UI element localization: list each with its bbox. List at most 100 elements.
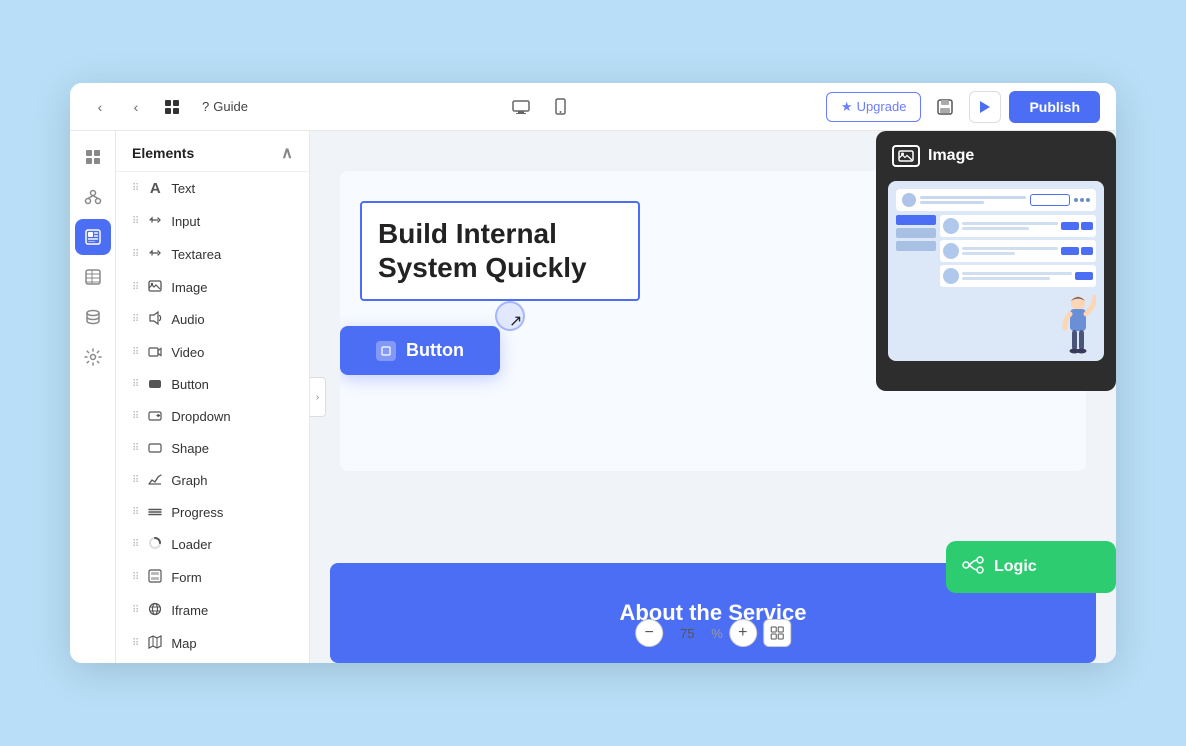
desktop-button[interactable]: [507, 93, 535, 121]
element-item-map[interactable]: ⠿ Map: [116, 627, 309, 660]
preview-button[interactable]: [969, 91, 1001, 123]
sidebar-icons: [70, 131, 116, 663]
publish-button[interactable]: Publish: [1009, 91, 1100, 123]
element-item-shape[interactable]: ⠿ Shape: [116, 432, 309, 464]
text-icon: A: [147, 180, 163, 197]
app-window: ‹ ‹ ? Guide: [70, 83, 1116, 663]
image-icon: [147, 279, 163, 295]
sidebar-icon-layout[interactable]: [75, 179, 111, 215]
drag-handle: ⠿: [132, 411, 139, 422]
zoom-out-button[interactable]: −: [635, 619, 663, 647]
grid-view-button[interactable]: [158, 93, 186, 121]
zoom-in-button[interactable]: +: [729, 619, 757, 647]
sidebar-icon-elements[interactable]: [75, 139, 111, 175]
sidebar-icon-active[interactable]: [75, 219, 111, 255]
mobile-button[interactable]: [547, 93, 575, 121]
element-item-textarea[interactable]: ⠿ Textarea: [116, 238, 309, 271]
hero-text: Build Internal System Quickly: [378, 217, 622, 284]
topbar-right: ★ Upgrade Publish: [826, 91, 1100, 123]
elements-panel: Elements ∧ ⠿ A Text ⠿: [116, 131, 310, 663]
elements-list: ⠿ A Text ⠿ Input: [116, 172, 309, 663]
text-block[interactable]: Build Internal System Quickly: [360, 201, 640, 301]
element-label-shape: Shape: [171, 441, 209, 456]
sidebar-icon-settings[interactable]: [75, 339, 111, 375]
grid-toggle-button[interactable]: [763, 619, 791, 647]
element-item-text[interactable]: ⠿ A Text: [116, 172, 309, 205]
upgrade-label: Upgrade: [857, 99, 907, 114]
device-switcher: [507, 93, 575, 121]
textarea-icon: [147, 246, 163, 263]
canvas-area[interactable]: › Build Internal System Quickly ↗: [310, 131, 1116, 663]
drag-handle: ⠿: [132, 443, 139, 454]
zoom-unit: %: [711, 626, 723, 641]
logic-panel-title: Logic: [994, 558, 1037, 576]
elements-header: Elements ∧: [116, 131, 309, 172]
element-item-graph[interactable]: ⠿ Graph: [116, 464, 309, 496]
element-label-button: Button: [171, 377, 209, 392]
map-icon: [147, 635, 163, 652]
sidebar-icon-data[interactable]: [75, 299, 111, 335]
drag-handle: ⠿: [132, 605, 139, 616]
video-icon: [147, 344, 163, 360]
image-panel: Image: [876, 131, 1116, 391]
topbar: ‹ ‹ ? Guide: [70, 83, 1116, 131]
publish-label: Publish: [1029, 99, 1080, 115]
forward-button[interactable]: ‹: [122, 93, 150, 121]
main-area: Elements ∧ ⠿ A Text ⠿: [70, 131, 1116, 663]
button-element-icon: [376, 341, 396, 361]
mini-person-svg: [1060, 294, 1096, 354]
logic-panel: Logic: [946, 541, 1116, 593]
drag-handle: ⠿: [132, 282, 139, 293]
collapse-icon[interactable]: ∧: [281, 143, 293, 163]
shape-icon: [147, 440, 163, 456]
drag-handle: ⠿: [132, 475, 139, 486]
element-item-subtitle[interactable]: ⠿ Subtitle: [116, 660, 309, 663]
element-label-loader: Loader: [171, 537, 211, 552]
button-icon: [147, 376, 163, 392]
drag-handle: ⠿: [132, 572, 139, 583]
back-button[interactable]: ‹: [86, 93, 114, 121]
circle-question-icon: ?: [202, 99, 209, 114]
element-item-form[interactable]: ⠿ Form: [116, 561, 309, 594]
drag-handle: ⠿: [132, 216, 139, 227]
collapse-panel-button[interactable]: ›: [310, 377, 326, 417]
element-label-progress: Progress: [171, 505, 223, 520]
iframe-icon: [147, 602, 163, 619]
image-panel-icon: [892, 145, 920, 167]
drag-handle: ⠿: [132, 638, 139, 649]
save-button[interactable]: [929, 91, 961, 123]
sidebar-icon-table[interactable]: [75, 259, 111, 295]
image-preview: [888, 181, 1104, 361]
canvas-button-element[interactable]: Button: [340, 326, 500, 375]
element-label-iframe: Iframe: [171, 603, 208, 618]
element-item-input[interactable]: ⠿ Input: [116, 205, 309, 238]
zoom-value: 75: [669, 626, 705, 641]
upgrade-button[interactable]: ★ Upgrade: [826, 92, 922, 122]
form-icon: [147, 569, 163, 586]
graph-icon: [147, 472, 163, 488]
drag-handle: ⠿: [132, 249, 139, 260]
element-label-map: Map: [171, 636, 196, 651]
drag-handle: ⠿: [132, 347, 139, 358]
element-item-progress[interactable]: ⠿ Progress: [116, 496, 309, 528]
logic-icon: [962, 556, 984, 579]
element-item-loader[interactable]: ⠿ Loader: [116, 528, 309, 561]
input-icon: [147, 213, 163, 230]
element-item-button[interactable]: ⠿ Button: [116, 368, 309, 400]
element-item-image[interactable]: ⠿ Image: [116, 271, 309, 303]
element-label-textarea: Textarea: [171, 247, 221, 262]
element-item-audio[interactable]: ⠿ Audio: [116, 303, 309, 336]
element-label-dropdown: Dropdown: [171, 409, 230, 424]
element-label-input: Input: [171, 214, 200, 229]
elements-title: Elements: [132, 145, 194, 161]
bottom-toolbar: − 75 % +: [635, 619, 791, 647]
element-item-iframe[interactable]: ⠿ Iframe: [116, 594, 309, 627]
audio-icon: [147, 311, 163, 328]
star-icon: ★: [841, 99, 853, 115]
guide-button[interactable]: ? Guide: [194, 95, 256, 118]
image-panel-title: Image: [928, 147, 974, 165]
element-item-dropdown[interactable]: ⠿ Dropdown: [116, 400, 309, 432]
guide-label: Guide: [213, 99, 248, 114]
element-item-video[interactable]: ⠿ Video: [116, 336, 309, 368]
drag-handle: ⠿: [132, 314, 139, 325]
